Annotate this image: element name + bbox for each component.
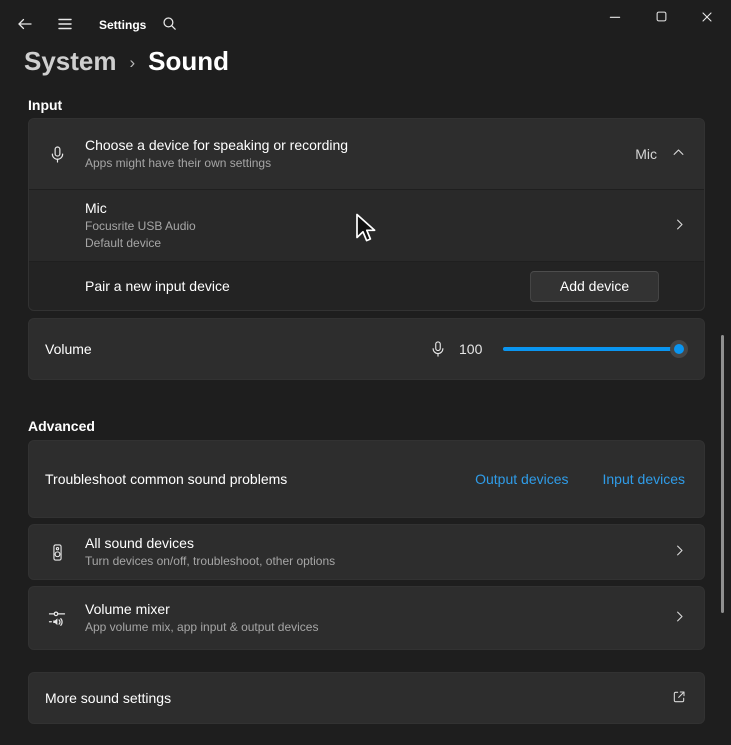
maximize-icon — [654, 9, 669, 27]
mic-device-row[interactable]: Mic Focusrite USB Audio Default device — [29, 189, 704, 261]
device-picker-title: Choose a device for speaking or recordin… — [85, 137, 349, 153]
all-sound-devices-title: All sound devices — [85, 535, 194, 551]
nav-menu-button[interactable] — [53, 13, 77, 37]
minimize-button[interactable] — [596, 4, 634, 32]
close-button[interactable] — [688, 4, 726, 32]
chevron-right-icon — [672, 543, 704, 561]
volume-value: 100 — [459, 341, 483, 357]
slider-fill — [503, 347, 679, 351]
pair-device-row: Pair a new input device Add device — [29, 261, 704, 310]
breadcrumb-system[interactable]: System — [24, 46, 117, 77]
search-icon — [161, 15, 178, 35]
device-status: Default device — [85, 236, 162, 250]
volume-row: Volume 100 — [28, 318, 705, 380]
breadcrumb-separator-icon: › — [129, 53, 136, 72]
volume-mixer-icon — [29, 608, 85, 628]
scrollbar[interactable] — [721, 335, 724, 613]
more-sound-settings-row[interactable]: More sound settings — [28, 672, 705, 724]
device-picker-subtitle: Apps might have their own settings — [85, 156, 272, 170]
chevron-right-icon — [672, 217, 704, 235]
microphone-icon — [29, 145, 85, 164]
breadcrumb: System › Sound — [24, 46, 229, 77]
back-button[interactable] — [13, 13, 37, 37]
page-title: Sound — [148, 46, 230, 76]
all-sound-devices-row[interactable]: All sound devices Turn devices on/off, t… — [28, 524, 705, 580]
hamburger-menu-icon — [56, 15, 74, 36]
chevron-up-icon — [671, 145, 686, 163]
volume-mixer-row[interactable]: Volume mixer App volume mix, app input &… — [28, 586, 705, 650]
minimize-icon — [607, 9, 623, 28]
back-arrow-icon — [16, 15, 34, 36]
external-link-icon — [671, 689, 704, 708]
search-button[interactable] — [157, 13, 181, 37]
settings-window: Settings System › Sound Input Choose a d… — [0, 0, 731, 745]
input-device-expander: Choose a device for speaking or recordin… — [28, 118, 705, 311]
input-section-heading: Input — [28, 97, 63, 113]
speaker-device-icon — [29, 543, 85, 562]
advanced-section-heading: Advanced — [28, 418, 95, 434]
all-sound-devices-subtitle: Turn devices on/off, troubleshoot, other… — [85, 554, 336, 568]
chevron-right-icon — [672, 609, 704, 627]
more-sound-settings-label: More sound settings — [45, 689, 172, 706]
add-device-button[interactable]: Add device — [530, 270, 659, 302]
volume-mixer-subtitle: App volume mix, app input & output devic… — [85, 620, 319, 634]
pair-device-label: Pair a new input device — [85, 278, 230, 294]
troubleshoot-label: Troubleshoot common sound problems — [45, 470, 288, 487]
device-name: Mic — [85, 200, 107, 216]
app-title: Settings — [99, 18, 147, 32]
close-icon — [699, 9, 715, 28]
slider-thumb[interactable] — [670, 340, 688, 358]
device-vendor: Focusrite USB Audio — [85, 219, 196, 233]
maximize-button[interactable] — [642, 4, 680, 32]
device-picker-value: Mic — [635, 146, 657, 162]
input-devices-link[interactable]: Input devices — [603, 471, 686, 487]
volume-mixer-title: Volume mixer — [85, 601, 170, 617]
device-picker-header[interactable]: Choose a device for speaking or recordin… — [29, 119, 704, 189]
troubleshoot-row: Troubleshoot common sound problems Outpu… — [28, 440, 705, 518]
microphone-icon — [429, 340, 447, 358]
volume-label: Volume — [45, 341, 92, 357]
output-devices-link[interactable]: Output devices — [475, 471, 568, 487]
volume-slider[interactable] — [503, 340, 688, 358]
